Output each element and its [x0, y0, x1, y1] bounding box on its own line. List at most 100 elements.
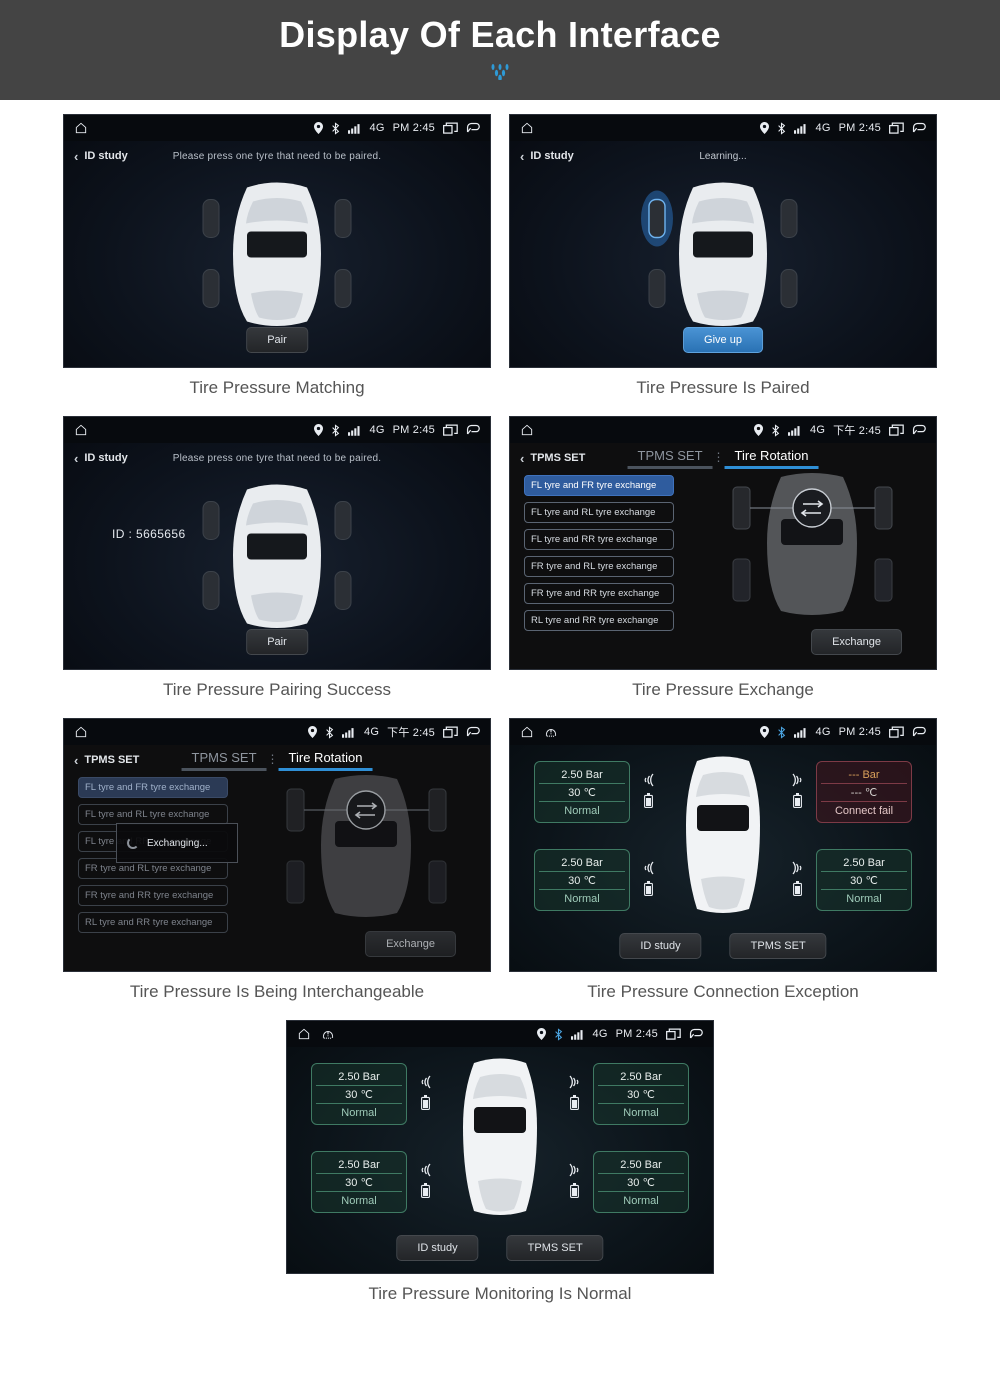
pair-button[interactable]: Pair [246, 327, 308, 353]
panel-tire-pressure-pairing-success: 4G PM 2:45 ‹ ID study Please press one t… [63, 416, 491, 718]
signal-wave-icon-front-left [640, 771, 658, 794]
tab-tpms-set[interactable]: TPMS SET [627, 448, 713, 469]
tire-card-rear-left[interactable]: 2.50 Bar 30 ℃ Normal [311, 1151, 407, 1213]
back-arrow-icon[interactable] [466, 122, 480, 135]
tab-tire-rotation[interactable]: Tire Rotation [724, 448, 819, 469]
device-screen: 4G 下午 2:45 ‹ TPMS SET TPMS SET ⋮ Tire Ro… [63, 718, 491, 972]
bluetooth-icon [777, 725, 786, 739]
tire-card-front-right[interactable]: 2.50 Bar 30 ℃ Normal [593, 1063, 689, 1125]
battery-icon-front-right [793, 793, 802, 813]
panel-tire-pressure-connection-exception: 4G PM 2:45 2.50 Bar 30 ℃ Normal --- Bar … [509, 718, 937, 1020]
back-arrow-icon[interactable] [466, 726, 480, 739]
back-arrow-icon[interactable] [466, 424, 480, 437]
exchange-option[interactable]: FL tyre and FR tyre exchange [78, 777, 228, 798]
tire-card-front-left[interactable]: 2.50 Bar 30 ℃ Normal [311, 1063, 407, 1125]
back-label: TPMS SET [84, 754, 140, 766]
pair-button[interactable]: Pair [246, 629, 308, 655]
exchange-button[interactable]: Exchange [811, 629, 902, 655]
back-arrow-icon[interactable] [689, 1028, 703, 1041]
clock-label: PM 2:45 [838, 726, 881, 738]
action-button-row: ID study TPMS SET [396, 1235, 604, 1261]
tire-status-value: Normal [341, 1195, 377, 1207]
clock-label: PM 2:45 [392, 122, 435, 134]
recent-apps-icon[interactable] [889, 423, 904, 437]
tire-status-value: Normal [341, 1107, 377, 1119]
battery-icon-rear-right [793, 881, 802, 901]
tab-tire-rotation[interactable]: Tire Rotation [278, 750, 373, 771]
home-icon[interactable] [520, 423, 534, 437]
back-arrow-icon[interactable] [912, 122, 926, 135]
exchange-option[interactable]: FL tyre and RR tyre exchange [524, 529, 674, 550]
exchange-option-list: FL tyre and FR tyre exchange FL tyre and… [524, 475, 674, 631]
location-pin-icon [313, 424, 323, 436]
instruction-text: Please press one tyre that need to be pa… [172, 151, 382, 162]
recent-apps-icon[interactable] [666, 1027, 681, 1041]
tab-tpms-set[interactable]: TPMS SET [181, 750, 267, 771]
exchange-option[interactable]: RL tyre and RR tyre exchange [524, 610, 674, 631]
tire-pressure-value: 2.50 Bar [539, 767, 625, 784]
tire-status-value: Connect fail [834, 805, 894, 817]
exchange-option[interactable]: FR tyre and RL tyre exchange [524, 556, 674, 577]
panel-caption: Tire Pressure Matching [189, 378, 365, 397]
tire-card-rear-right[interactable]: 2.50 Bar 30 ℃ Normal [593, 1151, 689, 1213]
exchange-option[interactable]: RL tyre and RR tyre exchange [78, 912, 228, 933]
car-rotation-diagram [715, 471, 930, 646]
recent-apps-icon[interactable] [443, 121, 458, 135]
tire-card-rear-left[interactable]: 2.50 Bar 30 ℃ Normal [534, 849, 630, 911]
id-study-button[interactable]: ID study [396, 1235, 479, 1261]
clock-label: 下午 2:45 [833, 425, 881, 437]
signal-bars-icon [347, 425, 362, 436]
bluetooth-icon [331, 121, 340, 135]
back-arrow-icon[interactable] [912, 726, 926, 739]
tpms-set-button[interactable]: TPMS SET [729, 933, 827, 959]
home-icon[interactable] [520, 121, 534, 135]
exchange-option[interactable]: FL tyre and RL tyre exchange [78, 804, 228, 825]
network-label: 4G [810, 424, 826, 436]
tpms-set-button[interactable]: TPMS SET [506, 1235, 604, 1261]
tab-separator-icon: ⋮ [266, 751, 279, 766]
back-button[interactable]: ‹ TPMS SET [74, 754, 139, 767]
car-diagram [613, 174, 833, 339]
status-bar: 4G PM 2:45 [510, 719, 936, 745]
exchange-button[interactable]: Exchange [365, 931, 456, 957]
home-icon[interactable] [74, 121, 88, 135]
tire-card-front-right[interactable]: --- Bar --- ℃ Connect fail [816, 761, 912, 823]
battery-icon-front-left [421, 1095, 430, 1115]
device-screen: 4G PM 2:45 2.50 Bar 30 ℃ Normal [286, 1020, 714, 1274]
exchange-option[interactable]: FL tyre and RL tyre exchange [524, 502, 674, 523]
status-bar: 4G PM 2:45 [64, 115, 490, 141]
home-icon[interactable] [74, 423, 88, 437]
signal-wave-icon-rear-left [640, 859, 658, 882]
tire-temperature-value: 30 ℃ [598, 1086, 684, 1104]
battery-icon-front-left [644, 793, 653, 813]
home-icon[interactable] [520, 725, 534, 739]
recent-apps-icon[interactable] [889, 121, 904, 135]
exchange-option[interactable]: FR tyre and RR tyre exchange [78, 885, 228, 906]
device-screen: 4G 下午 2:45 ‹ TPMS SET TPMS SET ⋮ Tire Ro… [509, 416, 937, 670]
status-bar: 4G PM 2:45 [64, 417, 490, 443]
panel-caption: Tire Pressure Connection Exception [587, 982, 859, 1001]
give-up-button[interactable]: Give up [683, 327, 763, 353]
back-button[interactable]: ‹ TPMS SET [520, 452, 585, 465]
status-bar: 4G 下午 2:45 [64, 719, 490, 745]
home-icon[interactable] [74, 725, 88, 739]
tire-temperature-value: 30 ℃ [821, 872, 907, 890]
panel-tire-pressure-matching: 4G PM 2:45 ‹ ID study Please press one t… [63, 114, 491, 416]
back-label: TPMS SET [530, 452, 586, 464]
tire-pressure-value: 2.50 Bar [821, 855, 907, 872]
recent-apps-icon[interactable] [443, 725, 458, 739]
id-study-button[interactable]: ID study [619, 933, 702, 959]
back-arrow-icon[interactable] [912, 424, 926, 437]
tire-card-front-left[interactable]: 2.50 Bar 30 ℃ Normal [534, 761, 630, 823]
panel-row-4: 4G PM 2:45 2.50 Bar 30 ℃ Normal 2.50 Bar… [0, 1020, 1000, 1322]
tire-pressure-value: 2.50 Bar [316, 1069, 402, 1086]
recent-apps-icon[interactable] [889, 725, 904, 739]
tab-bar: TPMS SET ⋮ Tire Rotation [181, 750, 373, 771]
exchange-option[interactable]: FL tyre and FR tyre exchange [524, 475, 674, 496]
home-icon[interactable] [297, 1027, 311, 1041]
exchange-option[interactable]: FR tyre and RR tyre exchange [524, 583, 674, 604]
recent-apps-icon[interactable] [443, 423, 458, 437]
status-bar: 4G PM 2:45 [510, 115, 936, 141]
tire-temperature-value: 30 ℃ [598, 1174, 684, 1192]
tire-card-rear-right[interactable]: 2.50 Bar 30 ℃ Normal [816, 849, 912, 911]
